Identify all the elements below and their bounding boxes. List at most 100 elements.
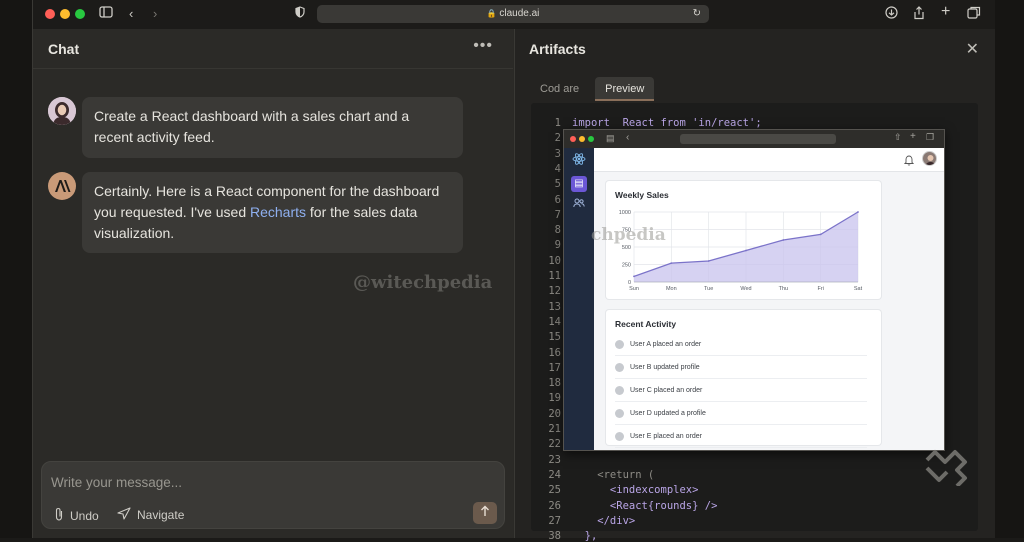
chat-panel: Chat ••• Create a React dashboard with a… (33, 29, 513, 538)
preview-new-tab-icon: + (910, 131, 916, 142)
line-number: 25 (548, 484, 561, 497)
chart-x-tick-label: Mon (666, 286, 677, 292)
chart-x-tick-label: Wed (740, 286, 751, 292)
user-message-text: Create a React dashboard with a sales ch… (94, 108, 410, 145)
screen: ‹ › 🔒 claude.ai ↻ + Chat ••• Create a Re… (0, 0, 1024, 542)
artifacts-title: Artifacts (529, 41, 586, 57)
anthropic-logo (48, 172, 76, 200)
navigate-button[interactable]: Navigate (117, 507, 184, 523)
line-number: 1 (554, 117, 561, 129)
activity-text: User A placed an order (630, 340, 702, 348)
line-number: 27 (548, 514, 561, 527)
chart-x-tick-label: Sun (629, 286, 639, 292)
activity-item: User B updated profile (615, 356, 867, 379)
line-number: 23 (548, 453, 561, 466)
activity-text: User D updated a profile (630, 409, 706, 417)
line-number: 22 (548, 438, 561, 451)
preview-address-bar (680, 134, 836, 144)
chart-data-point (670, 262, 673, 264)
line-number: 18 (548, 377, 561, 390)
recent-activity-card: Recent Activity User A placed an order Us… (606, 310, 881, 448)
activity-avatar (615, 339, 624, 349)
recharts-link[interactable]: Recharts (250, 204, 306, 220)
browser-window: ‹ › 🔒 claude.ai ↻ + Chat ••• Create a Re… (32, 0, 995, 542)
shield-icon[interactable] (295, 6, 305, 22)
address-bar[interactable]: 🔒 claude.ai ↻ (317, 5, 709, 23)
code-line: <indexcomplex> (572, 484, 699, 497)
paperclip-icon (54, 507, 64, 524)
forward-arrow-icon[interactable]: › (153, 6, 157, 22)
minimize-window-button[interactable] (60, 9, 70, 19)
chart-data-point (633, 275, 635, 278)
chart-x-tick-label: Sat (854, 286, 863, 292)
artifact-tabs: Cod are Preview (530, 77, 655, 101)
lock-icon: 🔒 (486, 9, 497, 18)
reload-icon[interactable]: ↻ (693, 5, 701, 23)
activity-item: User E placed an order (615, 425, 867, 448)
line-number: 11 (548, 270, 561, 282)
line-number: 21 (548, 423, 561, 435)
line-number: 26 (548, 499, 561, 512)
watermark-text: @witechpedia (353, 272, 493, 293)
tab-overview-icon[interactable] (967, 6, 981, 23)
preview-sidebar-icon: ▤ (606, 133, 615, 143)
line-number: 16 (548, 346, 561, 359)
line-number: 13 (548, 300, 561, 313)
download-icon[interactable] (885, 6, 898, 23)
close-icon[interactable]: ✕ (966, 39, 979, 59)
tab-code[interactable]: Cod are (530, 77, 589, 101)
navigate-label: Navigate (137, 508, 185, 522)
chart-x-tick-label: Fri (817, 286, 823, 292)
undo-label: Undo (70, 508, 99, 523)
line-number: 8 (554, 224, 561, 237)
tab-preview[interactable]: Preview (595, 77, 655, 101)
preview-share-icon: ⇧ (894, 132, 902, 142)
line-number: 38 (548, 530, 561, 542)
new-tab-icon[interactable]: + (941, 4, 950, 20)
chart-data-point (782, 239, 785, 241)
url-text: claude.ai (499, 8, 540, 19)
share-icon[interactable] (913, 6, 925, 24)
more-options-icon[interactable]: ••• (473, 37, 493, 55)
activity-avatar (615, 408, 624, 418)
code-line: import React from 'in/react'; (572, 117, 762, 129)
chart-y-tick-label: 500 (622, 245, 631, 251)
line-number: 12 (548, 285, 561, 298)
chart-x-tick-label: Thu (779, 286, 788, 292)
line-number: 17 (548, 361, 561, 374)
user-avatar (48, 97, 76, 125)
assistant-message: Certainly. Here is a React component for… (82, 172, 463, 253)
line-number: 24 (548, 468, 561, 481)
chat-header: Chat ••• (33, 29, 513, 69)
code-line: <React{rounds} /> (572, 499, 718, 512)
preview-topbar (594, 148, 944, 172)
preview-back-icon: ‹ (626, 132, 630, 143)
message-composer: Undo Navigate (41, 461, 505, 529)
activity-avatar (615, 431, 624, 441)
line-number: 5 (554, 178, 561, 191)
line-number: 9 (554, 239, 561, 252)
activity-item: User A placed an order (615, 333, 867, 356)
chart-x-tick-label: Tue (704, 286, 713, 292)
profile-avatar (922, 151, 937, 166)
dashboard-nav-icon: ▤ (571, 176, 587, 192)
witechpedia-logo-icon (925, 450, 967, 486)
preview-sidebar: ▤ (564, 148, 594, 450)
message-input[interactable] (51, 472, 471, 492)
activity-avatar (615, 385, 624, 395)
line-number: 3 (554, 147, 561, 160)
activity-text: User C placed an order (630, 386, 703, 394)
chart-data-point (819, 233, 822, 236)
sidebar-toggle-icon[interactable] (99, 6, 113, 22)
send-button[interactable] (473, 502, 497, 524)
close-window-button[interactable] (45, 9, 55, 19)
recent-activity-title: Recent Activity (615, 319, 677, 329)
user-message: Create a React dashboard with a sales ch… (82, 97, 463, 158)
undo-button[interactable]: Undo (54, 507, 99, 524)
maximize-window-button[interactable] (75, 9, 85, 19)
chart-data-point (707, 260, 710, 262)
bell-icon (903, 153, 915, 171)
back-arrow-icon[interactable]: ‹ (129, 6, 133, 22)
activity-avatar (615, 362, 624, 372)
line-number: 10 (548, 254, 561, 267)
